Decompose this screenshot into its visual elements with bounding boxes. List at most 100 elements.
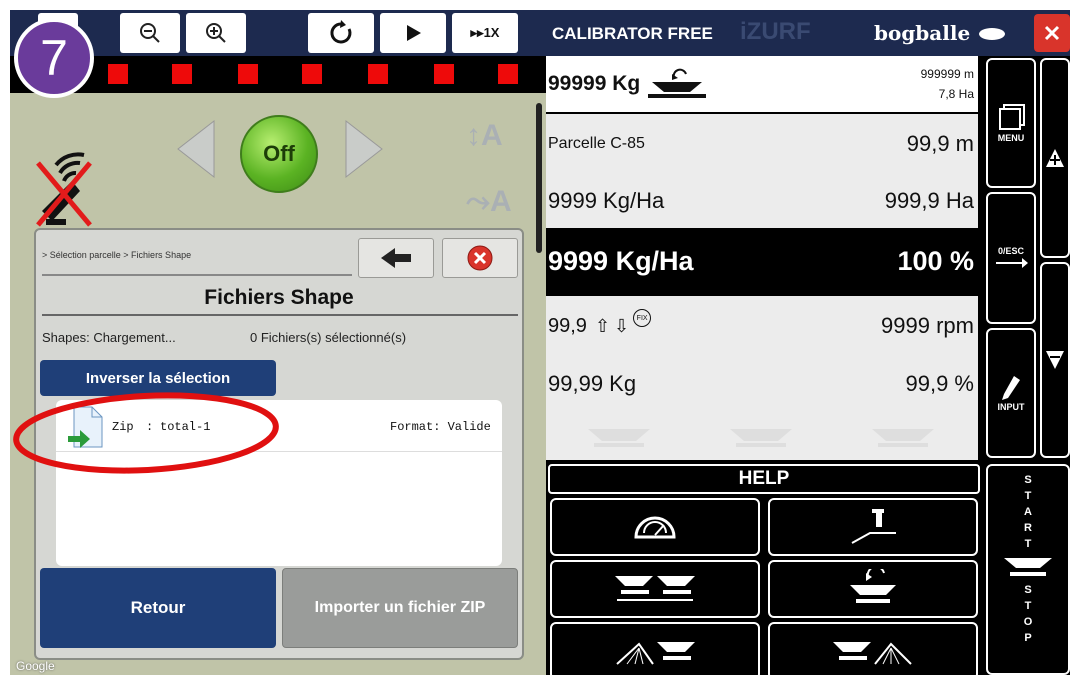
decrease-button[interactable]: [1040, 262, 1070, 458]
map-scrollbar[interactable]: [536, 103, 542, 253]
target-rate: 9999 Kg/Ha: [548, 245, 694, 276]
speed-label: ▸▸1X: [470, 25, 500, 40]
section-indicator: [172, 64, 192, 84]
fill-button[interactable]: [768, 560, 978, 618]
start-letter: T: [1024, 538, 1032, 550]
area-top: 7,8 Ha: [938, 87, 974, 101]
close-dialog-button[interactable]: [442, 238, 518, 278]
weight-wrap: 99999 Kg: [548, 68, 708, 100]
setting-value: 99,9: [548, 314, 587, 337]
zoom-out-icon: [140, 23, 160, 43]
hopper-icon: [648, 68, 707, 98]
dual-disc-icon: [615, 576, 695, 601]
speed-button[interactable]: ▸▸1X: [452, 13, 518, 53]
close-icon: [1044, 25, 1060, 41]
help-button[interactable]: HELP: [548, 464, 980, 494]
section-indicator: [498, 64, 518, 84]
zoom-in-button[interactable]: [186, 13, 246, 53]
weight-value: 99999 Kg: [548, 72, 641, 95]
zoom-in-icon: [206, 23, 226, 43]
import-zip-button[interactable]: Importer un fichier ZIP: [282, 568, 518, 648]
menu-label: MENU: [997, 133, 1025, 143]
rotation-gauge-icon: [634, 516, 676, 539]
refresh-icon: [330, 20, 352, 44]
boundary-right-button[interactable]: [768, 622, 978, 675]
next-arrow-icon[interactable]: [344, 119, 384, 179]
zoom-out-button[interactable]: [120, 13, 180, 53]
stop-letter: O: [1023, 616, 1033, 628]
applied-value: 99,99 Kg: [548, 371, 637, 396]
file-format: Format: Valide: [390, 420, 491, 434]
divider: [42, 274, 352, 276]
arrow-up-icon[interactable]: ⇧: [595, 316, 610, 337]
spreader-indicators: [546, 412, 978, 460]
boundary-left-button[interactable]: [550, 622, 760, 675]
screen: ▸▸1X Off ↕A ⤳A Google 7 > Sélection parc…: [10, 10, 1070, 675]
app-title: CALIBRATOR FREE: [552, 24, 713, 43]
selected-count: 0 Fichiers(s) sélectionné(s): [250, 330, 407, 345]
parcel-row: Parcelle C-85 99,9 m: [546, 114, 978, 174]
back-label: Retour: [130, 598, 186, 617]
stop-letter: P: [1024, 632, 1032, 644]
brand-swoosh-icon: [979, 28, 1005, 40]
close-icon: [467, 245, 493, 271]
target-rate-row: 9999 Kg/Ha 100 %: [546, 228, 978, 294]
back-arrow-button[interactable]: [358, 238, 434, 278]
breadcrumb: > Sélection parcelle > Fichiers Shape: [42, 250, 192, 260]
close-app-button[interactable]: [1034, 14, 1070, 52]
increase-button[interactable]: [1040, 58, 1070, 258]
google-logo: Google: [16, 659, 55, 673]
applied-row: 99,99 Kg 99,9 %: [546, 356, 978, 412]
parcel-name: Parcelle C-85: [548, 135, 645, 152]
menu-button[interactable]: MENU: [986, 58, 1036, 188]
spreader-icon: [1004, 558, 1052, 576]
dialog-title: Fichiers Shape: [204, 286, 354, 309]
section-indicator: [238, 64, 258, 84]
dual-disc-button[interactable]: [550, 560, 760, 618]
section-indicator: [434, 64, 454, 84]
calibrator-header: CALIBRATOR FREE iZURF bogballe: [546, 10, 1070, 56]
esc-label: 0/ESC: [997, 246, 1024, 256]
spreader-right-icon: [872, 429, 934, 447]
play-icon: [407, 25, 421, 41]
shutter-icon: [851, 509, 896, 544]
boundary-right-icon: [833, 642, 912, 665]
return-arrow-icon: [996, 258, 1028, 268]
calibrator-panel: CALIBRATOR FREE iZURF bogballe 99999 Kg …: [546, 10, 1070, 675]
menu-icon: [999, 104, 1025, 130]
refresh-button[interactable]: [308, 13, 374, 53]
off-toggle-button[interactable]: Off: [240, 115, 318, 193]
applied-percent: 99,9 %: [905, 371, 975, 396]
spreader-left-icon: [588, 429, 650, 447]
shutter-button[interactable]: [768, 498, 978, 556]
text-path-icon[interactable]: ⤳A: [466, 185, 512, 231]
hopper-fill-icon: [850, 569, 896, 603]
start-stop-button[interactable]: S T A R T S T O P: [986, 464, 1070, 675]
target-percent: 100 %: [897, 245, 974, 276]
shapes-status: Shapes: Chargement...: [42, 330, 176, 345]
parcel-distance: 99,9 m: [906, 131, 974, 156]
rpm-value: 9999 rpm: [881, 313, 974, 338]
distance-top: 999999 m: [920, 67, 974, 81]
help-label: HELP: [738, 468, 790, 489]
decrease-icon: [1046, 351, 1064, 369]
setting-wrap: 99,9 ⇧ ⇩ FIX: [548, 309, 652, 338]
back-button[interactable]: Retour: [40, 568, 276, 648]
arrow-down-icon[interactable]: ⇩: [614, 316, 629, 337]
rotation-button[interactable]: [550, 498, 760, 556]
import-zip-label: Importer un fichier ZIP: [314, 599, 486, 616]
section-indicator: [302, 64, 322, 84]
play-button[interactable]: [380, 13, 446, 53]
weight-row: 99999 Kg 999999 m 7,8 Ha: [546, 56, 978, 112]
increase-icon: [1046, 149, 1064, 167]
previous-arrow-icon[interactable]: [176, 119, 216, 179]
esc-button[interactable]: 0/ESC: [986, 192, 1036, 324]
rate-value: 9999 Kg/Ha: [548, 188, 665, 213]
text-size-icon[interactable]: ↕A: [466, 119, 512, 165]
back-arrow-icon: [381, 248, 411, 268]
stop-letter: S: [1024, 584, 1032, 596]
section-indicator: [368, 64, 388, 84]
rate-row: 9999 Kg/Ha 999,9 Ha: [546, 174, 978, 228]
input-button[interactable]: INPUT: [986, 328, 1036, 458]
off-label: Off: [263, 141, 295, 166]
